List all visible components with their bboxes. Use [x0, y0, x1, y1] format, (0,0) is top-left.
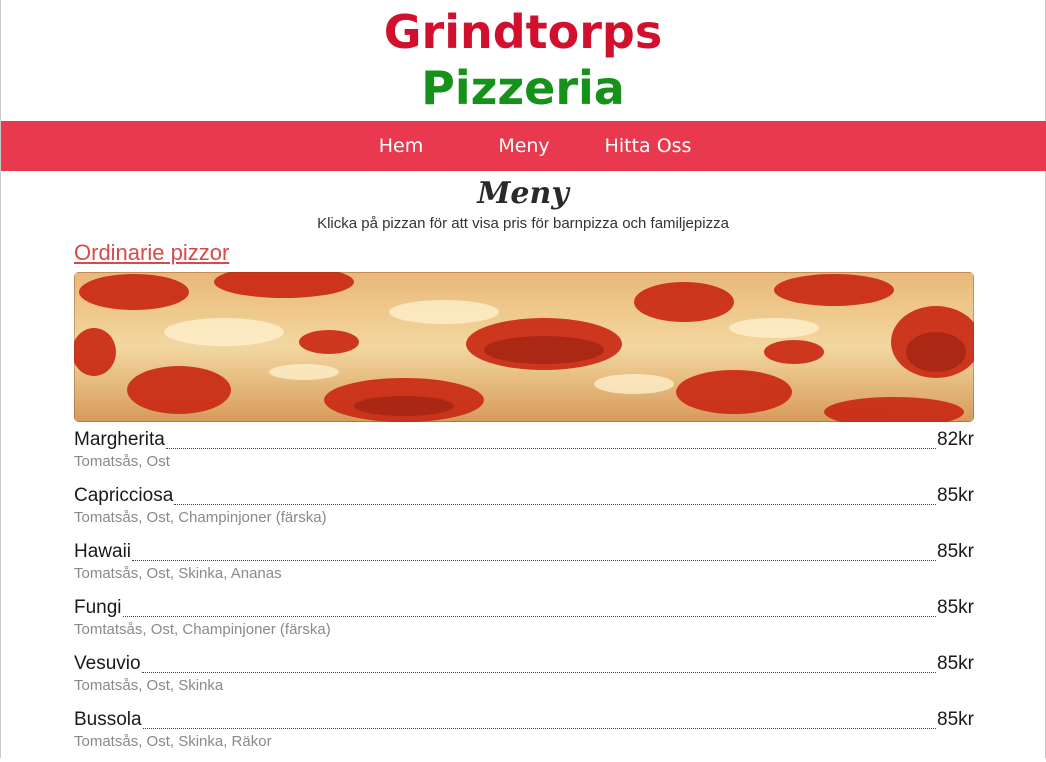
menu-item-price: 85kr	[937, 597, 974, 618]
menu-item-name: Bussola	[74, 709, 142, 730]
section-title-link[interactable]: Ordinarie pizzor	[74, 238, 229, 268]
menu-item-name: Hawaii	[74, 541, 132, 562]
page-subtitle: Klicka på pizzan för att visa pris för b…	[317, 215, 729, 232]
dotted-leader	[132, 559, 937, 561]
nav-item-meny[interactable]: Meny	[484, 121, 564, 171]
pizza-banner-image	[74, 272, 974, 422]
menu-item[interactable]: Hawaii 85kr Tomatsås, Ost, Skinka, Anana…	[74, 538, 974, 594]
menu-item-row: Fungi 85kr	[74, 594, 974, 620]
menu-item-name: Vesuvio	[74, 653, 141, 674]
menu-item-description: Tomatsås, Ost, Skinka	[74, 677, 224, 694]
nav-item-hem[interactable]: Hem	[361, 121, 441, 171]
menu-item-description: Tomtatsås, Ost, Champinjoner (färska)	[74, 621, 331, 638]
menu-item-row: Margherita 82kr	[74, 426, 974, 452]
page-title: Meny	[477, 176, 569, 211]
menu-item[interactable]: Fungi 85kr Tomtatsås, Ost, Champinjoner …	[74, 594, 974, 650]
dotted-leader	[141, 671, 937, 673]
menu-item-price: 85kr	[937, 653, 974, 674]
menu-item-row: Vesuvio 85kr	[74, 650, 974, 676]
dotted-leader	[174, 503, 937, 505]
pizza-menu-list: Margherita 82kr Tomatsås, Ost Capriccios…	[74, 426, 974, 762]
menu-item-name: Margherita	[74, 429, 165, 450]
site-logo[interactable]: Grindtorps Pizzeria	[0, 4, 1046, 116]
menu-item-description: Tomatsås, Ost, Skinka, Ananas	[74, 565, 282, 582]
menu-item-description: Tomatsås, Ost	[74, 453, 170, 470]
menu-item-row: Hawaii 85kr	[74, 538, 974, 564]
menu-item-row: Capricciosa 85kr	[74, 482, 974, 508]
dotted-leader	[122, 615, 937, 617]
nav-item-hitta-oss[interactable]: Hitta Oss	[598, 121, 698, 171]
logo-line-pizzeria: Pizzeria	[421, 61, 625, 115]
menu-item-price: 85kr	[937, 709, 974, 730]
menu-item[interactable]: Margherita 82kr Tomatsås, Ost	[74, 426, 974, 482]
main-navigation: Hem Meny Hitta Oss	[1, 121, 1046, 171]
logo-line-grindtorps: Grindtorps	[383, 5, 663, 59]
menu-item[interactable]: Capricciosa 85kr Tomatsås, Ost, Champinj…	[74, 482, 974, 538]
menu-item-name: Fungi	[74, 597, 122, 618]
menu-item[interactable]: Vesuvio 85kr Tomatsås, Ost, Skinka	[74, 650, 974, 706]
menu-item-price: 85kr	[937, 485, 974, 506]
menu-item-name: Capricciosa	[74, 485, 174, 506]
menu-item-price: 82kr	[937, 429, 974, 450]
dotted-leader	[165, 447, 937, 449]
menu-item-description: Tomatsås, Ost, Skinka, Räkor	[74, 733, 272, 750]
menu-item[interactable]: Bussola 85kr Tomatsås, Ost, Skinka, Räko…	[74, 706, 974, 762]
menu-item-description: Tomatsås, Ost, Champinjoner (färska)	[74, 509, 327, 526]
dotted-leader	[142, 727, 937, 729]
menu-item-row: Bussola 85kr	[74, 706, 974, 732]
menu-item-price: 85kr	[937, 541, 974, 562]
